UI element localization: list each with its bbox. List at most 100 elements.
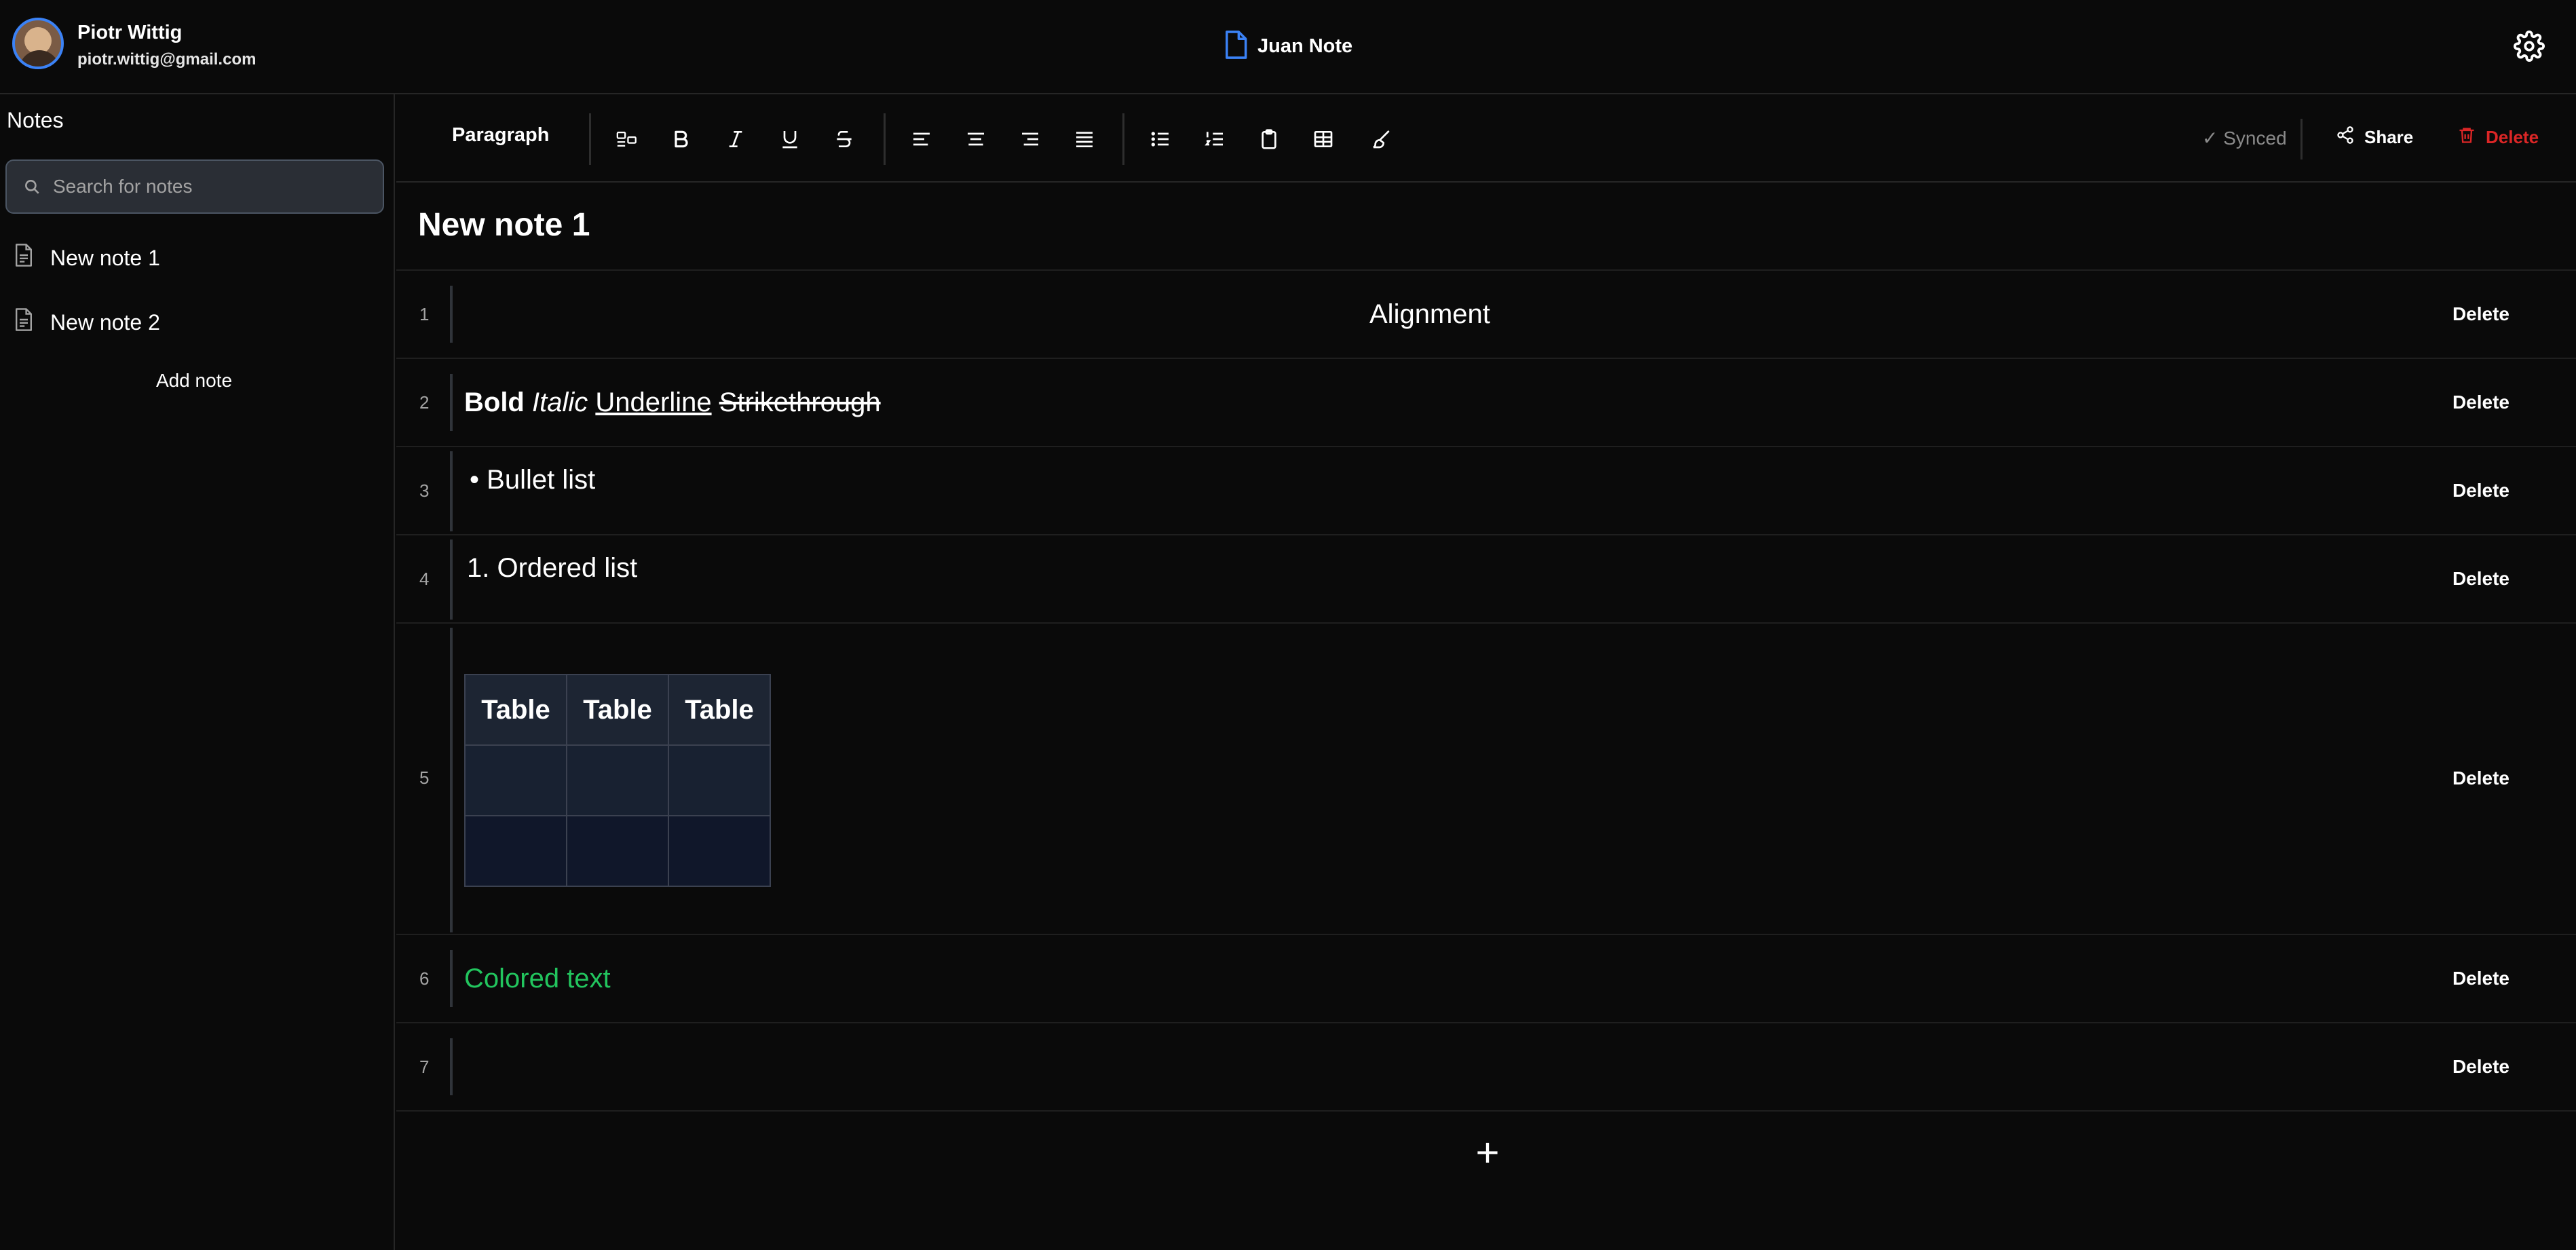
bold-text: Bold (464, 387, 525, 417)
delete-block-button[interactable]: Delete (2452, 392, 2509, 413)
block-number: 4 (419, 569, 430, 589)
block-number: 5 (419, 768, 430, 788)
block-drag-handle[interactable] (450, 539, 453, 620)
table-cell[interactable] (464, 815, 567, 887)
sync-status: ✓ Synced (2202, 127, 2287, 149)
brush-icon[interactable] (1365, 123, 1398, 155)
trash-icon (2457, 126, 2476, 149)
align-right-icon[interactable] (1014, 123, 1046, 155)
share-label: Share (2364, 127, 2414, 147)
table-cell[interactable] (566, 744, 669, 816)
bullet-list-icon[interactable] (1144, 123, 1177, 155)
editor-block: 6 Colored text Delete (396, 935, 2576, 1023)
sidebar-title: Notes (7, 108, 64, 132)
document-icon (1224, 30, 1248, 63)
user-email: piotr.wittig@gmail.com (77, 50, 257, 69)
table-header-cell[interactable]: Table (464, 674, 567, 746)
block-number: 6 (419, 968, 430, 989)
underline-text: Underline (595, 387, 712, 417)
align-center-icon[interactable] (960, 123, 992, 155)
toolbar-divider (884, 113, 886, 165)
block-drag-handle[interactable] (450, 1038, 453, 1095)
search-icon (23, 178, 41, 195)
block-number: 3 (419, 480, 430, 501)
ordered-list-icon[interactable] (1198, 123, 1231, 155)
settings-gear-icon[interactable] (2514, 31, 2545, 62)
sync-status-text: Synced (2223, 128, 2287, 149)
editor-block: 1 Alignment Delete (396, 271, 2576, 359)
editor-block: 4 1. Ordered list Delete (396, 535, 2576, 624)
sidebar-item-label: New note 2 (50, 309, 160, 335)
avatar[interactable] (12, 18, 64, 69)
block-drag-handle[interactable] (450, 374, 453, 431)
italic-text: Italic (532, 387, 588, 417)
block-drag-handle[interactable] (450, 286, 453, 343)
add-block-button[interactable]: + (1467, 1129, 1508, 1177)
editor-block: 3 • Bullet list Delete (396, 447, 2576, 535)
strikethrough-text: Strikethrough (719, 387, 881, 417)
note-file-icon (14, 307, 34, 337)
delete-block-button[interactable]: Delete (2452, 303, 2509, 325)
block-number: 7 (419, 1057, 430, 1077)
bullet-list-item[interactable]: • Bullet list (470, 465, 595, 495)
delete-block-button[interactable]: Delete (2452, 768, 2509, 789)
delete-note-button[interactable]: Delete (2457, 126, 2539, 149)
block-drag-handle[interactable] (450, 628, 453, 932)
block-type-select[interactable]: Paragraph (452, 124, 549, 147)
block-style-icon[interactable] (611, 123, 643, 155)
check-icon: ✓ (2202, 128, 2224, 149)
search-box[interactable] (5, 159, 384, 214)
table-cell[interactable] (668, 744, 771, 816)
user-name: Piotr Wittig (77, 22, 183, 43)
table[interactable]: Table Table Table (464, 674, 771, 887)
sidebar-item-new-note-2[interactable]: New note 2 (14, 302, 160, 343)
table-header-cell[interactable]: Table (668, 674, 771, 746)
share-icon (2336, 126, 2355, 149)
bold-icon[interactable] (665, 123, 698, 155)
editor-block: 5 Table Table Table Delete (396, 624, 2576, 935)
table-block[interactable]: Table Table Table (464, 674, 771, 887)
ordered-list-item[interactable]: 1. Ordered list (467, 553, 637, 584)
block-text-formatted[interactable]: Bold Italic Underline Strikethrough (464, 387, 881, 418)
align-left-icon[interactable] (905, 123, 938, 155)
note-file-icon (14, 243, 34, 273)
note-title[interactable]: New note 1 (418, 206, 590, 244)
search-input[interactable] (52, 175, 380, 198)
table-cell[interactable] (464, 744, 567, 816)
block-drag-handle[interactable] (450, 451, 453, 531)
editor-block: 2 Bold Italic Underline Strikethrough De… (396, 359, 2576, 447)
underline-icon[interactable] (774, 123, 806, 155)
sidebar: Notes New note 1 New note 2 Add note (0, 94, 395, 1250)
sidebar-item-new-note-1[interactable]: New note 1 (14, 238, 160, 278)
strikethrough-icon[interactable] (828, 123, 860, 155)
share-button[interactable]: Share (2336, 126, 2413, 149)
block-text-centered[interactable]: Alignment (1369, 299, 1490, 330)
italic-icon[interactable] (719, 123, 752, 155)
editor-toolbar: Paragraph ✓ Synced Share Delete (396, 94, 2576, 183)
add-note-button[interactable]: Add note (0, 370, 388, 392)
block-number: 1 (419, 304, 430, 324)
align-justify-icon[interactable] (1068, 123, 1101, 155)
delete-block-button[interactable]: Delete (2452, 1056, 2509, 1078)
bullet-text: Bullet list (487, 465, 596, 495)
table-cell[interactable] (566, 815, 669, 887)
clipboard-icon[interactable] (1253, 123, 1285, 155)
bullet-marker: • (470, 465, 480, 495)
delete-block-button[interactable]: Delete (2452, 480, 2509, 501)
block-number: 2 (419, 392, 430, 413)
document-title: Juan Note (1224, 30, 1352, 62)
table-header-cell[interactable]: Table (566, 674, 669, 746)
block-drag-handle[interactable] (450, 950, 453, 1007)
toolbar-divider (2300, 119, 2303, 159)
toolbar-divider (589, 113, 591, 165)
colored-text[interactable]: Colored text (464, 964, 611, 994)
delete-label: Delete (2486, 127, 2539, 147)
toolbar-divider (1122, 113, 1124, 165)
delete-block-button[interactable]: Delete (2452, 968, 2509, 989)
table-icon[interactable] (1307, 123, 1340, 155)
top-bar: Piotr Wittig piotr.wittig@gmail.com Juan… (0, 0, 2576, 94)
empty-block[interactable] (464, 1052, 2364, 1086)
delete-block-button[interactable]: Delete (2452, 568, 2509, 590)
table-cell[interactable] (668, 815, 771, 887)
sidebar-item-label: New note 1 (50, 245, 160, 270)
